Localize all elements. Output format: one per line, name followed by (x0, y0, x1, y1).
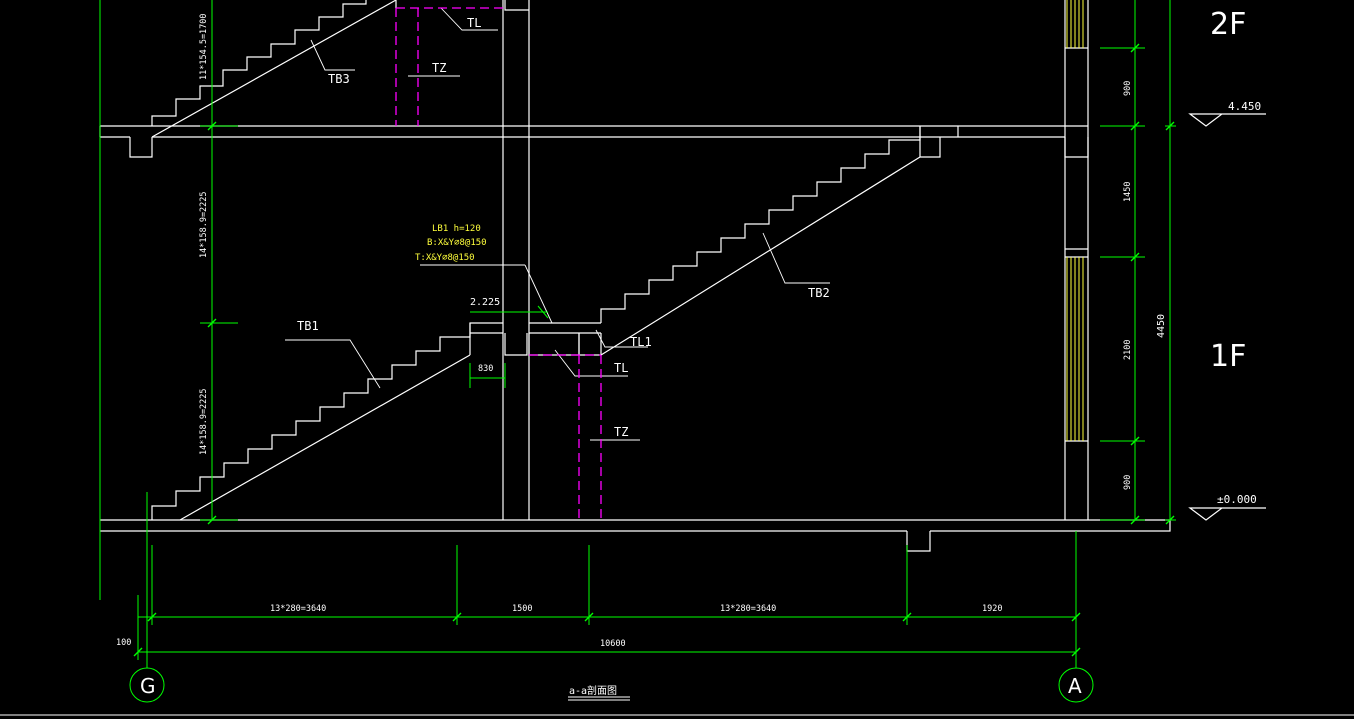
floor-label-2f: 2F (1210, 7, 1246, 42)
section-title-underline (568, 696, 630, 701)
right-wall (1064, 0, 1089, 520)
dim-flight1: 13*280=3640 (270, 604, 326, 614)
grid-axis-g: G (140, 674, 156, 698)
floor-slab-2f (99, 125, 1088, 138)
central-wall-cap (504, 0, 529, 11)
label-tl-top: TL (467, 16, 481, 30)
elevation-upper: 4.450 (1228, 100, 1261, 113)
slab-beam-right (1064, 137, 1089, 158)
dim-stair-low: 14*158.9=2225 (199, 388, 209, 455)
right-vertical-dim (1100, 0, 1145, 521)
landing-note-2: B:X&Y⌀8@150 (427, 238, 487, 248)
dim-landing: 1500 (512, 604, 532, 614)
flight-tb3 (151, 0, 397, 138)
windows (1066, 0, 1084, 441)
landing-elevation: 2.225 (470, 297, 500, 308)
ground-slab (100, 519, 1171, 532)
window-2f (1066, 0, 1084, 48)
column-tz-mid (578, 355, 602, 520)
right-wall-sills (1065, 47, 1088, 442)
dim-flight2: 13*280=3640 (720, 604, 776, 614)
label-tl-mid: TL (614, 361, 628, 375)
ground-beam (906, 531, 931, 552)
elev-mark-ground (1188, 507, 1266, 521)
label-tz-top: TZ (432, 61, 446, 75)
label-tl1: TL1 (630, 335, 652, 349)
label-tb2: TB2 (808, 286, 830, 300)
floor-label-1f: 1F (1210, 339, 1246, 374)
stair-section-drawing: 2F 1F 4.450 ±0.000 TL TB3 TZ TB1 TL1 TL … (0, 0, 1354, 716)
mid-landing (469, 322, 601, 356)
central-wall (502, 0, 530, 520)
dim-right-2100: 2100 (1123, 340, 1133, 360)
flight-tb2-landing (919, 126, 959, 158)
window-1f (1066, 257, 1084, 441)
dim-right-1450: 1450 (1123, 182, 1133, 202)
dimensions (99, 0, 1176, 703)
landing-note-1: LB1 h=120 (432, 224, 481, 234)
label-tz-mid: TZ (614, 425, 628, 439)
dim-stair-upper: 11*154.5=1700 (199, 13, 209, 80)
dim-ticks (133, 43, 1175, 657)
columns (395, 7, 602, 520)
section-title: a-a剖面图 (569, 684, 617, 697)
label-tb1: TB1 (297, 319, 319, 333)
elev-mark-upper (1188, 113, 1266, 127)
landing-beam-tl1 (578, 333, 602, 356)
landing-width: 830 (478, 364, 493, 374)
dim-total: 10600 (600, 639, 626, 649)
dim-right-900-bottom: 900 (1123, 475, 1133, 490)
dim-end: 1920 (982, 604, 1002, 614)
structure (99, 0, 1266, 552)
flight-tb2 (600, 126, 921, 356)
slab-beam-left (129, 137, 153, 158)
column-tz-top (395, 8, 419, 126)
dim-stair-mid: 14*158.9=2225 (199, 191, 209, 258)
label-tb3: TB3 (328, 72, 350, 86)
right-total-dim (1165, 0, 1176, 521)
grid-axis-a: A (1068, 674, 1082, 698)
dim-right-900-top: 900 (1123, 81, 1133, 96)
dim-offset: 100 (116, 638, 131, 648)
elevation-ground: ±0.000 (1217, 493, 1257, 506)
dim-right-total: 4450 (1156, 314, 1167, 338)
landing-note-3: T:X&Y⌀8@150 (415, 253, 475, 263)
